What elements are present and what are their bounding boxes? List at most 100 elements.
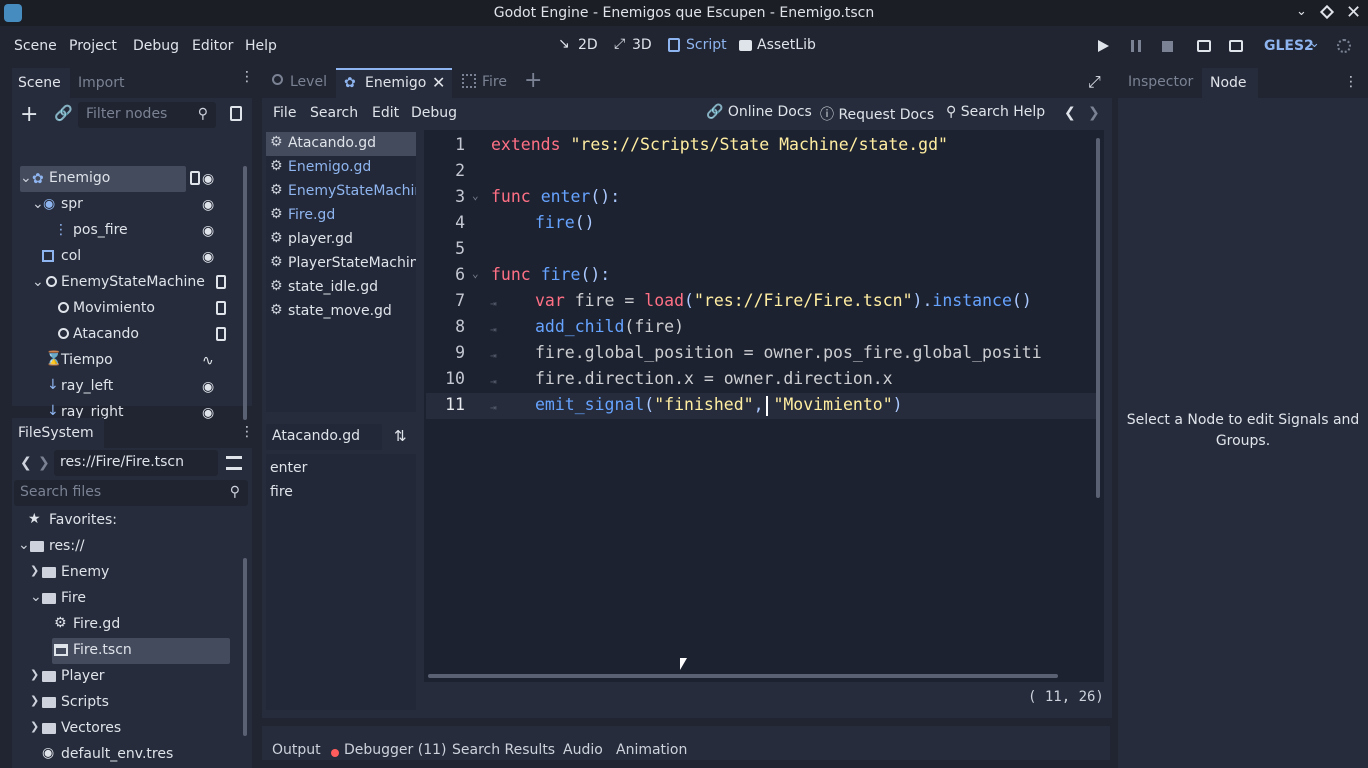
kebab-menu-icon[interactable]: ⋮ <box>240 70 254 84</box>
menu-scene[interactable]: Scene <box>14 38 57 54</box>
script-menu-debug[interactable]: Debug <box>411 105 457 121</box>
script-list-item[interactable]: ⚙ EnemyStateMachine.gd <box>266 180 416 204</box>
tab-scene[interactable]: Scene <box>12 68 70 98</box>
collapse-arrow-icon[interactable]: ⌄ <box>32 196 44 212</box>
kebab-menu-icon[interactable]: ⋮ <box>240 424 254 440</box>
menu-help[interactable]: Help <box>245 38 277 54</box>
code-horizontal-scrollbar[interactable] <box>428 674 1058 678</box>
eye-visible-icon[interactable]: ◉ <box>202 223 216 239</box>
workspace-3d-button[interactable]: ⤢ 3D <box>614 36 652 56</box>
eye-visible-icon[interactable]: ◉ <box>202 379 216 395</box>
script-list-item[interactable]: ⚙ Enemigo.gd <box>266 156 416 180</box>
request-docs-button[interactable]: ⓘ Request Docs <box>820 104 934 124</box>
bottom-tab-debugger[interactable]: Debugger (11) <box>344 742 446 758</box>
collapse-arrow-icon[interactable]: ⌄ <box>18 537 30 553</box>
minimize-icon[interactable]: ⌄ <box>1296 5 1308 18</box>
script-menu-file[interactable]: File <box>273 105 296 121</box>
method-item[interactable]: fire <box>270 484 293 500</box>
bottom-tab-output[interactable]: Output <box>272 742 321 758</box>
tree-row-movimiento[interactable]: Movimiento <box>12 296 238 322</box>
collapse-arrow-icon[interactable]: ⌄ <box>20 170 32 186</box>
script-list-item[interactable]: ⚙ player.gd <box>266 228 416 252</box>
tree-row-enemystatemachine[interactable]: ⌄ EnemyStateMachine <box>12 270 238 296</box>
toggle-split-icon[interactable] <box>226 456 242 470</box>
script-list-item[interactable]: ⚙ state_idle.gd <box>266 276 416 300</box>
workspace-assetlib-button[interactable]: AssetLib <box>739 36 816 56</box>
tree-row-tiempo[interactable]: ⌛ Tiempo ∿ <box>12 348 238 374</box>
filter-nodes-input[interactable]: Filter nodes ⚲ <box>78 102 216 128</box>
workspace-2d-button[interactable]: ↘ 2D <box>558 36 598 56</box>
script-attached-icon[interactable] <box>216 301 226 315</box>
attach-script-icon[interactable] <box>230 106 242 121</box>
folder-vectores-row[interactable]: ❯ Vectores <box>12 716 242 742</box>
bottom-tab-search-results[interactable]: Search Results <box>452 742 555 758</box>
script-list-item[interactable]: ⚙ Fire.gd <box>266 204 416 228</box>
file-fire-gd-row[interactable]: ⚙ Fire.gd <box>12 612 242 638</box>
eye-visible-icon[interactable]: ◉ <box>202 171 216 187</box>
expand-arrow-icon[interactable]: ❯ <box>30 668 39 681</box>
script-menu-edit[interactable]: Edit <box>372 105 399 121</box>
folder-res-row[interactable]: ⌄ res:// <box>12 534 242 560</box>
folder-fire-row[interactable]: ⌄ Fire <box>12 586 242 612</box>
history-forward-icon[interactable]: ❯ <box>1088 105 1100 121</box>
stop-icon[interactable] <box>1162 41 1173 52</box>
sort-icon[interactable]: ⇅ <box>394 427 407 445</box>
file-fire-tscn-row[interactable]: Fire.tscn <box>12 638 242 664</box>
file-default-env-row[interactable]: ◉ default_env.tres <box>12 742 242 768</box>
add-node-icon[interactable]: + <box>20 102 38 127</box>
expand-arrow-icon[interactable]: ❯ <box>30 720 39 733</box>
tab-node[interactable]: Node <box>1202 68 1258 98</box>
menu-editor[interactable]: Editor <box>192 38 233 54</box>
expand-arrow-icon[interactable]: ❯ <box>30 694 39 707</box>
add-tab-icon[interactable]: + <box>524 68 542 93</box>
folder-enemy-row[interactable]: ❯ Enemy <box>12 560 242 586</box>
renderer-select[interactable]: GLES2 <box>1264 38 1314 54</box>
forward-icon[interactable]: ❯ <box>38 455 50 471</box>
search-help-button[interactable]: ⚲ Search Help <box>946 104 1045 120</box>
eye-visible-icon[interactable]: ◉ <box>202 197 216 213</box>
folder-scripts-row[interactable]: ❯ Scripts <box>12 690 242 716</box>
method-item[interactable]: enter <box>270 460 307 476</box>
bottom-tab-audio[interactable]: Audio <box>563 742 603 758</box>
menu-project[interactable]: Project <box>69 38 117 54</box>
history-back-icon[interactable]: ❮ <box>1064 105 1076 121</box>
kebab-menu-icon[interactable]: ⋮ <box>1344 74 1358 90</box>
scene-tree-scrollbar[interactable] <box>243 166 247 420</box>
eye-visible-icon[interactable]: ◉ <box>202 249 216 265</box>
script-menu-search[interactable]: Search <box>310 105 358 121</box>
methods-filter[interactable]: Atacando.gd <box>266 424 382 450</box>
collapse-arrow-icon[interactable]: ⌄ <box>30 589 42 605</box>
file-tree-scrollbar[interactable] <box>243 558 247 736</box>
script-attached-icon[interactable] <box>216 275 226 289</box>
play-custom-scene-icon[interactable] <box>1229 40 1243 52</box>
tree-row-enemigo[interactable]: ⌄ ✿ Enemigo ◉ <box>12 166 238 192</box>
script-list-item[interactable]: ⚙ PlayerStateMachine.gd <box>266 252 416 276</box>
tree-row-ray-left[interactable]: ↓ ray_left ◉ <box>12 374 238 400</box>
tab-enemigo[interactable]: ✿ Enemigo ✕ <box>336 68 452 98</box>
tab-filesystem[interactable]: FileSystem <box>12 418 104 448</box>
folder-player-row[interactable]: ❯ Player <box>12 664 242 690</box>
search-files-input[interactable]: Search files ⚲ <box>14 480 248 506</box>
tab-inspector[interactable]: Inspector <box>1128 74 1193 90</box>
tree-row-spr[interactable]: ⌄ ◉ spr ◉ <box>12 192 238 218</box>
script-attached-icon[interactable] <box>216 327 226 341</box>
play-scene-icon[interactable] <box>1197 40 1211 52</box>
bottom-tab-animation[interactable]: Animation <box>616 742 687 758</box>
favorites-row[interactable]: ★ Favorites: <box>12 508 242 534</box>
expand-arrow-icon[interactable]: ❯ <box>30 564 39 577</box>
path-field[interactable]: res://Fire/Fire.tscn <box>54 450 218 476</box>
link-icon[interactable]: 🔗 <box>54 104 73 122</box>
signal-icon[interactable]: ∿ <box>202 353 216 369</box>
workspace-script-button[interactable]: Script <box>668 36 727 56</box>
script-attached-icon[interactable] <box>190 171 200 185</box>
code-vertical-scrollbar[interactable] <box>1096 138 1100 498</box>
distraction-free-icon[interactable]: ⤢ <box>1088 72 1101 92</box>
close-tab-icon[interactable]: ✕ <box>432 73 445 92</box>
tree-row-col[interactable]: col ◉ <box>12 244 238 270</box>
script-list-item[interactable]: ⚙ state_move.gd <box>266 300 416 324</box>
pause-icon[interactable] <box>1131 40 1141 52</box>
tree-row-pos-fire[interactable]: ⋮ pos_fire ◉ <box>12 218 238 244</box>
script-list-item[interactable]: ⚙ Atacando.gd <box>266 132 416 156</box>
code-editor[interactable] <box>424 130 1104 682</box>
collapse-arrow-icon[interactable]: ⌄ <box>32 274 44 290</box>
